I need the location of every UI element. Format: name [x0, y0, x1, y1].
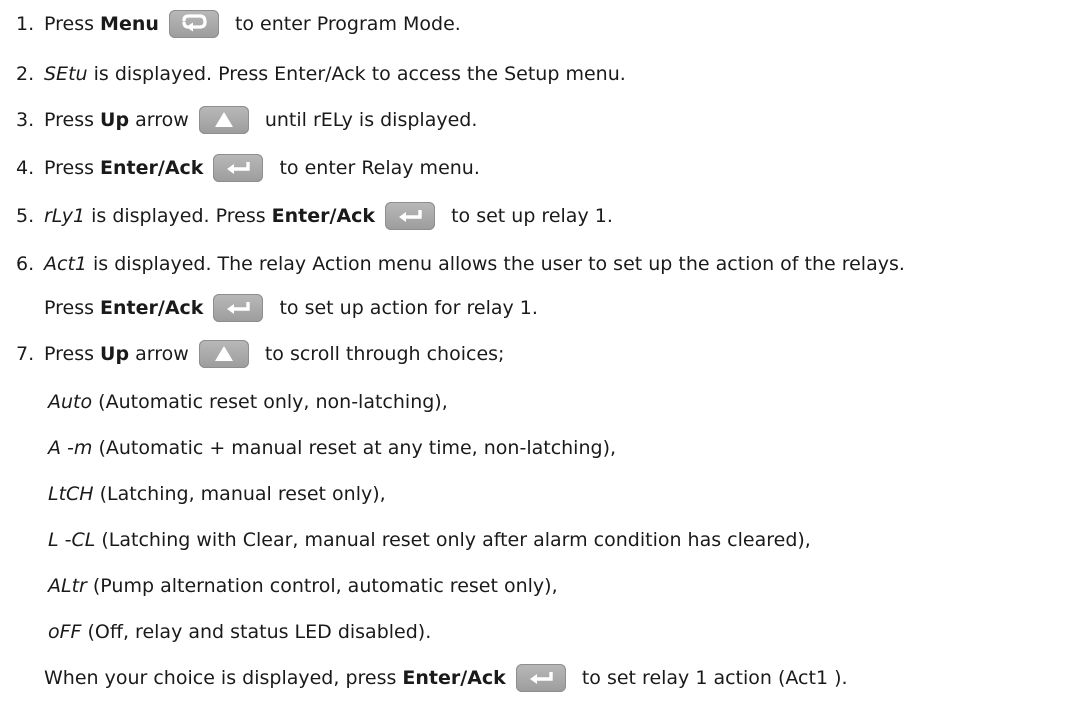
step-6: 6. Act1 is displayed. The relay Action m… — [0, 246, 905, 282]
choice-item: L -CL (Latching with Clear, manual reset… — [48, 529, 811, 551]
enter-arrow-icon — [515, 664, 566, 692]
enter-arrow-icon — [213, 294, 264, 322]
choice-item: A -m (Automatic + manual reset at any ti… — [48, 437, 617, 459]
step-number: 5. — [16, 205, 35, 227]
step-number: 2. — [16, 63, 35, 85]
step-number: 3. — [16, 109, 35, 131]
step-number: 7. — [16, 343, 35, 365]
instruction-document: 1. Press Menu to enter Program Mode. 2. … — [0, 0, 1084, 710]
enter-arrow-icon — [385, 202, 436, 230]
step-number: 4. — [16, 157, 35, 179]
up-arrow-icon — [198, 106, 249, 134]
step-6-continued: Press Enter/Ack to set up action for rel… — [44, 290, 538, 326]
step-1: 1. Press Menu to enter Program Mode. — [0, 6, 461, 42]
choice-item: oFF (Off, relay and status LED disabled)… — [48, 621, 432, 643]
enter-arrow-icon — [213, 154, 264, 182]
step-3: 3. Press Up arrow until rELy is displaye… — [0, 102, 477, 138]
step-number: 6. — [16, 253, 35, 275]
choice-item: ALtr (Pump alternation control, automati… — [48, 575, 558, 597]
choice-item: Auto (Automatic reset only, non-latching… — [48, 391, 448, 413]
up-arrow-icon — [198, 340, 249, 368]
step-5: 5. rLy1 is displayed. Press Enter/Ack to… — [0, 198, 613, 234]
step-7: 7. Press Up arrow to scroll through choi… — [0, 336, 504, 372]
final-instruction: When your choice is displayed, press Ent… — [44, 660, 848, 696]
step-number: 1. — [16, 13, 35, 35]
step-2: 2. SEtu is displayed. Press Enter/Ack to… — [0, 56, 626, 92]
step-4: 4. Press Enter/Ack to enter Relay menu. — [0, 150, 480, 186]
menu-loop-icon — [168, 10, 219, 38]
choice-item: LtCH (Latching, manual reset only), — [48, 483, 386, 505]
